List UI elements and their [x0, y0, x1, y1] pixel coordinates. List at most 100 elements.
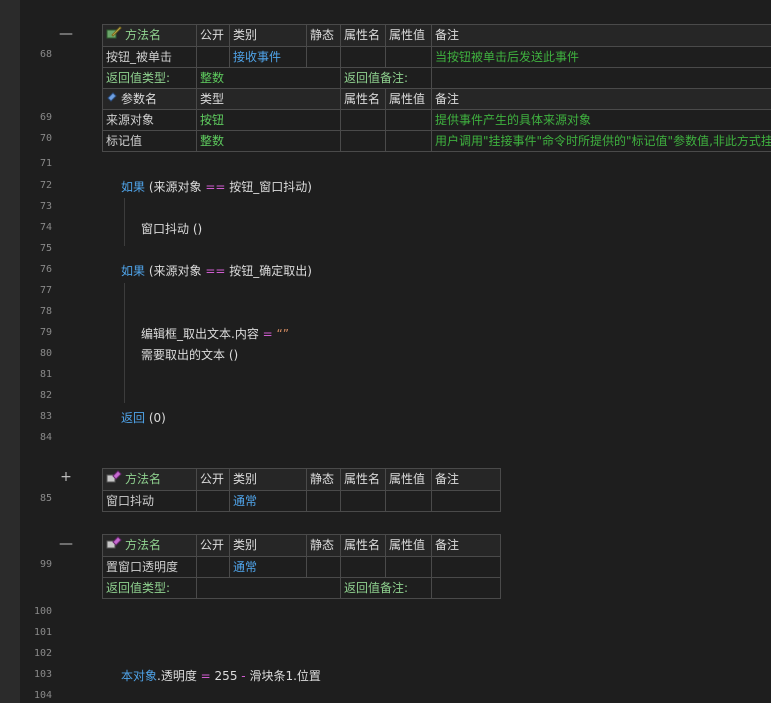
return-note-label: 返回值备注: — [340, 576, 432, 599]
public-cell[interactable] — [196, 555, 230, 578]
assign-transparency[interactable]: 本对象.透明度 = 255 - 滑块条1.位置 — [121, 667, 321, 684]
param-attr-value-cell[interactable] — [385, 130, 432, 152]
line-number: 102 — [33, 648, 52, 659]
attr-name-header: 属性名 — [340, 24, 386, 47]
method-name-cell[interactable]: 窗口抖动 — [102, 489, 197, 512]
line-number: 103 — [33, 669, 52, 680]
attr-value-header: 属性值 — [385, 468, 432, 491]
type-header: 类别 — [229, 534, 307, 557]
line-number: 71 — [39, 158, 52, 169]
line-number: 85 — [39, 493, 52, 504]
line-number: 78 — [39, 306, 52, 317]
collapse-icon[interactable]: — — [58, 536, 74, 552]
method-table-window-shake: 方法名 公开 类别 静态 属性名 属性值 备注 窗口抖动 通常 — [102, 468, 501, 512]
if-statement-confirm-fetch[interactable]: 如果 (来源对象 == 按钮_确定取出) — [121, 262, 312, 279]
line-number: 77 — [39, 285, 52, 296]
return-type-cell[interactable] — [196, 576, 341, 599]
line-number: 82 — [39, 390, 52, 401]
line-number: 104 — [33, 690, 52, 701]
line-number: 100 — [33, 606, 52, 617]
block-guide-line — [124, 283, 125, 403]
method-name-cell[interactable]: 置窗口透明度 — [102, 555, 197, 578]
method-name-cell[interactable]: 按钮_被单击 — [102, 45, 197, 68]
return-type-label: 返回值类型: — [102, 66, 197, 89]
collapse-icon[interactable]: — — [58, 26, 74, 42]
attr-value-cell[interactable] — [385, 489, 432, 512]
attr-value-header: 属性值 — [385, 24, 432, 47]
method-name-header: 方法名 — [102, 468, 197, 491]
if-statement-window-shake[interactable]: 如果 (来源对象 == 按钮_窗口抖动) — [121, 178, 312, 195]
line-number: 69 — [39, 112, 52, 123]
note-header: 备注 — [431, 468, 501, 491]
attr-value-header: 属性值 — [385, 534, 432, 557]
line-number: 68 — [39, 49, 52, 60]
expand-icon[interactable]: + — [58, 469, 74, 485]
category-cell[interactable]: 通常 — [229, 555, 307, 578]
return-note-cell[interactable] — [431, 576, 501, 599]
attr-name-cell[interactable] — [340, 489, 386, 512]
type-header: 类别 — [229, 468, 307, 491]
line-number: 79 — [39, 327, 52, 338]
call-window-shake[interactable]: 窗口抖动 () — [141, 220, 202, 237]
type-header: 类别 — [229, 24, 307, 47]
line-number: 81 — [39, 369, 52, 380]
attr-value-cell[interactable] — [385, 45, 432, 68]
param-name-cell[interactable]: 来源对象 — [102, 109, 197, 131]
line-number: 99 — [39, 559, 52, 570]
static-cell[interactable] — [306, 45, 341, 68]
attr-value-header: 属性值 — [385, 87, 432, 110]
category-cell[interactable]: 通常 — [229, 489, 307, 512]
note-header: 备注 — [431, 87, 771, 110]
public-cell[interactable] — [196, 489, 230, 512]
note-header: 备注 — [431, 24, 771, 47]
public-header: 公开 — [196, 468, 230, 491]
line-number: 73 — [39, 201, 52, 212]
return-statement[interactable]: 返回 (0) — [121, 409, 166, 426]
return-type-label: 返回值类型: — [102, 576, 197, 599]
public-header: 公开 — [196, 534, 230, 557]
attr-name-cell[interactable] — [340, 555, 386, 578]
line-number: 70 — [39, 133, 52, 144]
attr-value-cell[interactable] — [385, 555, 432, 578]
public-header: 公开 — [196, 24, 230, 47]
line-number: 76 — [39, 264, 52, 275]
line-number: 83 — [39, 411, 52, 422]
return-note-cell[interactable] — [431, 66, 771, 89]
param-attr-name-cell[interactable] — [340, 109, 386, 131]
line-number: 101 — [33, 627, 52, 638]
param-attr-value-cell[interactable] — [385, 109, 432, 131]
return-note-label: 返回值备注: — [340, 66, 432, 89]
line-number: 74 — [39, 222, 52, 233]
call-fetch-text[interactable]: 需要取出的文本 () — [141, 346, 238, 363]
return-type-cell[interactable]: 整数 — [196, 66, 341, 89]
method-name-header: 方法名 — [102, 534, 197, 557]
param-note-cell[interactable]: 用户调用"挂接事件"命令时所提供的"标记值"参数值,非此方式挂 — [431, 130, 771, 152]
param-note-cell[interactable]: 提供事件产生的具体来源对象 — [431, 109, 771, 131]
param-icon — [106, 89, 118, 109]
method-table-button-click: 方法名 公开 类别 静态 属性名 属性值 备注 按钮_被单击 接收事件 当按钮被… — [102, 24, 771, 152]
line-number: 84 — [39, 432, 52, 443]
static-header: 静态 — [306, 468, 341, 491]
attr-name-header: 属性名 — [340, 468, 386, 491]
param-type-cell[interactable]: 整数 — [196, 130, 341, 152]
left-strip — [0, 0, 20, 703]
block-guide-line — [124, 198, 125, 246]
public-cell[interactable] — [196, 45, 230, 68]
static-cell[interactable] — [306, 555, 341, 578]
note-cell[interactable] — [431, 489, 501, 512]
param-attr-name-cell[interactable] — [340, 130, 386, 152]
method-icon — [106, 535, 122, 556]
static-cell[interactable] — [306, 489, 341, 512]
assign-editbox-content[interactable]: 编辑框_取出文本.内容 = “” — [141, 325, 289, 342]
param-type-cell[interactable]: 按钮 — [196, 109, 341, 131]
category-cell[interactable]: 接收事件 — [229, 45, 307, 68]
param-name-cell[interactable]: 标记值 — [102, 130, 197, 152]
param-type-header: 类型 — [196, 87, 341, 110]
note-cell[interactable]: 当按钮被单击后发送此事件 — [431, 45, 771, 68]
note-header: 备注 — [431, 534, 501, 557]
method-edit-icon — [106, 25, 122, 46]
note-cell[interactable] — [431, 555, 501, 578]
attr-name-cell[interactable] — [340, 45, 386, 68]
static-header: 静态 — [306, 24, 341, 47]
attr-name-header: 属性名 — [340, 534, 386, 557]
